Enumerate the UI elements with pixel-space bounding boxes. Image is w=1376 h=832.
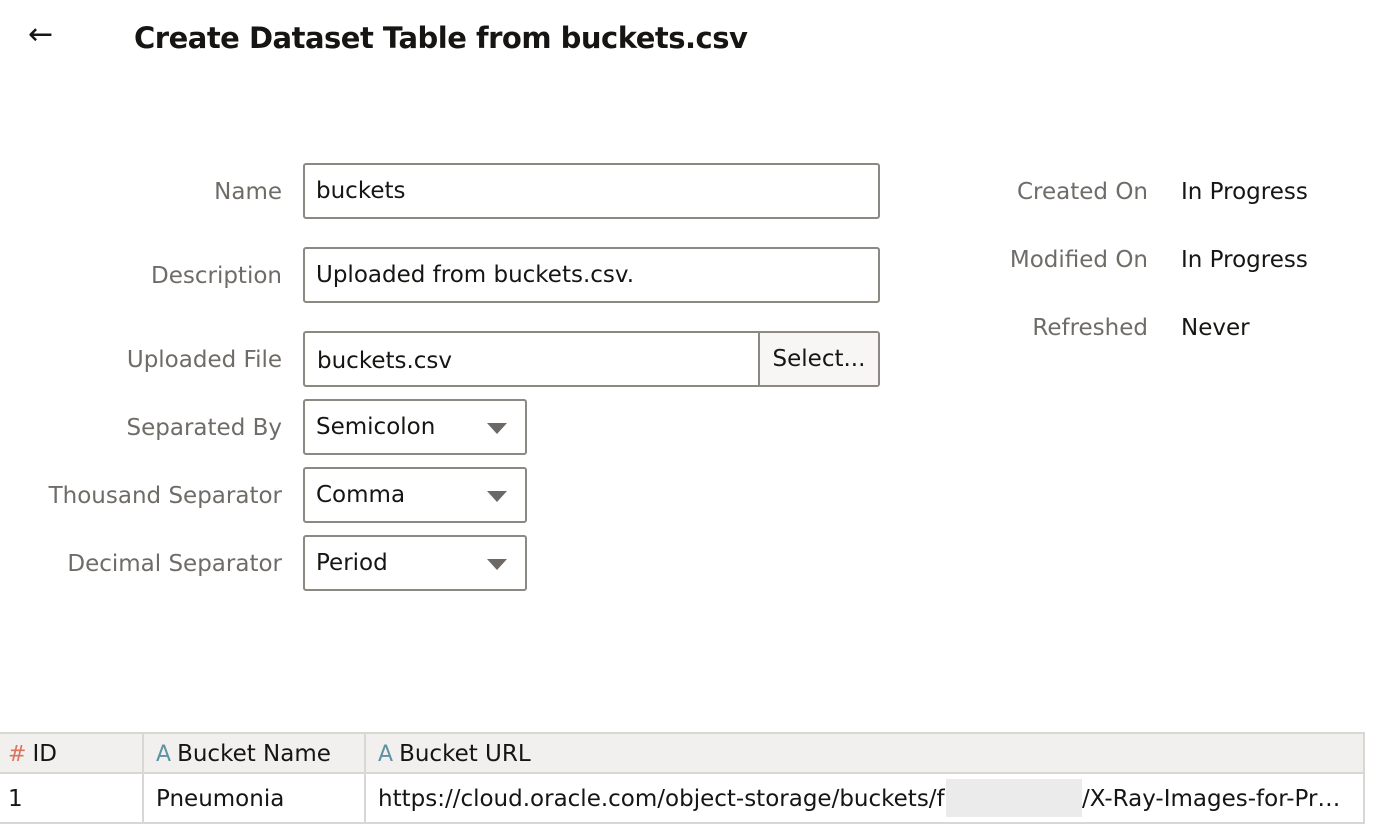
thousand-separator-value: Comma — [316, 482, 406, 508]
column-header-bucket-url[interactable]: A Bucket URL — [366, 734, 1365, 772]
cell-bucket-url-suffix: /X-Ray-Images-for-Pr… — [1082, 786, 1341, 812]
decimal-separator-value: Period — [316, 550, 388, 576]
grid-header-row: # ID A Bucket Name A Bucket URL — [0, 734, 1365, 774]
chevron-down-icon — [487, 559, 507, 570]
select-file-button[interactable]: Select... — [758, 333, 878, 385]
cell-id: 1 — [0, 774, 144, 822]
decimal-separator-label: Decimal Separator — [67, 551, 282, 577]
table-row[interactable]: 1 Pneumonia https://cloud.oracle.com/obj… — [0, 774, 1365, 824]
cell-bucket-name: Pneumonia — [144, 774, 366, 822]
name-label: Name — [214, 179, 282, 205]
cell-id-value: 1 — [8, 786, 23, 812]
thousand-separator-select[interactable]: Comma — [303, 467, 527, 523]
modified-on-value: In Progress — [1181, 247, 1308, 273]
name-field[interactable] — [303, 163, 880, 219]
number-type-icon: # — [8, 742, 27, 767]
data-preview-grid: # ID A Bucket Name A Bucket URL 1 Pneumonia… — [0, 732, 1365, 824]
description-field[interactable] — [303, 247, 880, 303]
separated-by-label: Separated By — [126, 415, 282, 441]
column-header-label: Bucket URL — [399, 741, 531, 767]
back-arrow-icon[interactable]: ← — [28, 18, 53, 52]
refreshed-value: Never — [1181, 315, 1250, 341]
thousand-separator-label: Thousand Separator — [48, 483, 282, 509]
uploaded-file-label: Uploaded File — [126, 347, 282, 373]
cell-bucket-name-value: Pneumonia — [156, 786, 285, 812]
column-header-id[interactable]: # ID — [0, 734, 144, 772]
description-input[interactable] — [305, 249, 878, 301]
refreshed-label: Refreshed — [1032, 315, 1148, 341]
text-type-icon: A — [378, 742, 394, 767]
uploaded-file-name: buckets.csv — [317, 348, 453, 374]
uploaded-file-field: buckets.csv Select... — [303, 331, 880, 387]
separated-by-select[interactable]: Semicolon — [303, 399, 527, 455]
column-header-bucket-name[interactable]: A Bucket Name — [144, 734, 366, 772]
page-title: Create Dataset Table from buckets.csv — [134, 21, 748, 55]
cell-bucket-url: https://cloud.oracle.com/object-storage/… — [366, 774, 1365, 822]
chevron-down-icon — [487, 491, 507, 502]
decimal-separator-select[interactable]: Period — [303, 535, 527, 591]
name-input[interactable] — [305, 165, 878, 217]
column-header-label: Bucket Name — [177, 741, 331, 767]
created-on-value: In Progress — [1181, 179, 1308, 205]
modified-on-label: Modified On — [1009, 247, 1148, 273]
created-on-label: Created On — [1016, 179, 1148, 205]
text-type-icon: A — [156, 742, 172, 767]
redacted-region — [946, 779, 1082, 817]
cell-bucket-url-prefix: https://cloud.oracle.com/object-storage/… — [378, 786, 945, 812]
chevron-down-icon — [487, 423, 507, 434]
separated-by-value: Semicolon — [316, 414, 436, 440]
description-label: Description — [151, 263, 282, 289]
column-header-label: ID — [32, 741, 57, 767]
